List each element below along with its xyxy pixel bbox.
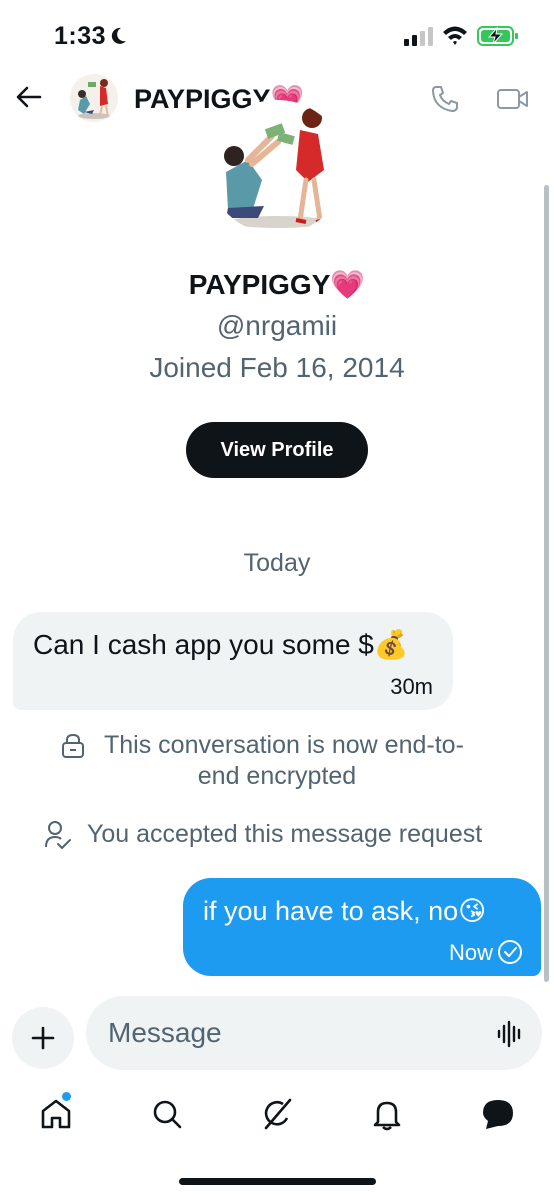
profile-name: PAYPIGGY💗 bbox=[188, 269, 366, 300]
profile-avatar[interactable] bbox=[208, 100, 346, 234]
header-avatar[interactable] bbox=[70, 74, 118, 122]
search-icon[interactable] bbox=[149, 1096, 185, 1132]
battery-charging-icon bbox=[477, 26, 518, 46]
moon-icon bbox=[111, 27, 126, 44]
plus-icon bbox=[31, 1026, 55, 1050]
signal-icon bbox=[404, 27, 433, 46]
encryption-notice-line1: This conversation is now end-to- bbox=[104, 731, 464, 759]
phone-icon[interactable] bbox=[430, 84, 460, 114]
message-input[interactable]: Message bbox=[86, 996, 542, 1070]
home-icon[interactable] bbox=[38, 1096, 74, 1132]
request-accepted-notice: You accepted this message request bbox=[87, 820, 483, 848]
voice-waveform-icon[interactable] bbox=[496, 1020, 524, 1048]
messages-icon[interactable] bbox=[480, 1096, 516, 1132]
wifi-icon bbox=[443, 26, 467, 45]
profile-avatar-illustration bbox=[208, 100, 346, 234]
seen-check-icon bbox=[498, 940, 522, 964]
message-timestamp: 30m bbox=[390, 674, 433, 699]
profile-joined-date: Joined Feb 16, 2014 bbox=[149, 352, 405, 383]
encryption-notice-line2: end encrypted bbox=[197, 762, 357, 790]
home-indicator[interactable] bbox=[179, 1178, 376, 1185]
add-attachment-button[interactable] bbox=[12, 1007, 74, 1069]
message-timestamp: Now bbox=[448, 940, 493, 965]
lock-icon bbox=[62, 733, 84, 758]
scrollbar[interactable] bbox=[544, 185, 549, 982]
home-unread-dot bbox=[62, 1092, 71, 1101]
message-placeholder: Message bbox=[108, 1017, 222, 1048]
profile-handle: @nrgamii bbox=[216, 310, 338, 341]
status-bar: 1:33 bbox=[0, 0, 554, 70]
status-time: 1:33 bbox=[54, 22, 107, 50]
message-text: if you have to ask, no😘 bbox=[203, 896, 487, 926]
bottom-tab-bar bbox=[0, 1086, 554, 1146]
date-separator: Today bbox=[243, 549, 311, 577]
back-arrow-icon[interactable] bbox=[14, 82, 44, 112]
incoming-message-bubble[interactable]: Can I cash app you some $💰 30m bbox=[13, 612, 453, 710]
view-profile-button[interactable]: View Profile bbox=[186, 422, 368, 478]
message-text: Can I cash app you some $💰 bbox=[33, 629, 409, 660]
outgoing-message-bubble[interactable]: if you have to ask, no😘 Now bbox=[183, 878, 541, 976]
avatar-illustration bbox=[70, 74, 118, 122]
video-camera-icon[interactable] bbox=[496, 84, 530, 114]
accepted-person-icon bbox=[45, 821, 71, 849]
grok-icon[interactable] bbox=[259, 1096, 295, 1132]
notifications-bell-icon[interactable] bbox=[369, 1096, 405, 1132]
